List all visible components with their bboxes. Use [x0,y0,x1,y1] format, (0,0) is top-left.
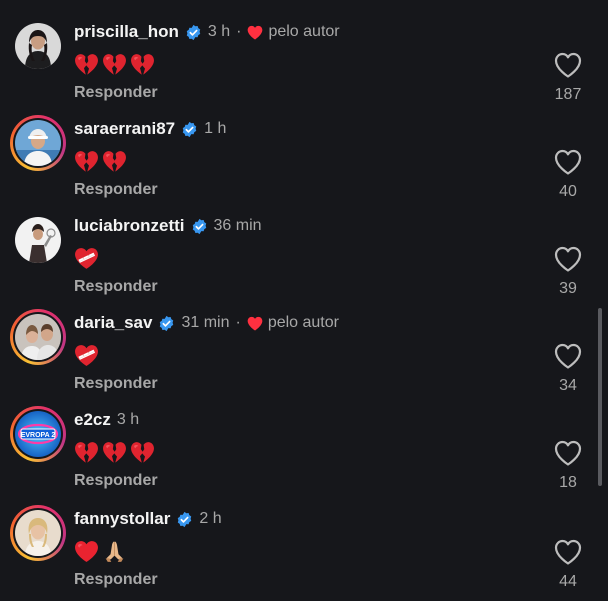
comment-item: priscilla_hon 3 h · pelo autor Responder… [0,18,608,114]
liked-by-author-label: pelo autor [267,314,339,331]
mending-heart-emoji-icon [74,246,99,271]
comment-header: e2cz 3 h [74,408,139,432]
reply-button[interactable]: Responder [74,278,158,296]
like-heart-icon[interactable] [554,246,582,272]
comment-item: daria_sav 31 min · pelo autor Responder … [0,309,608,405]
comment-header: daria_sav 31 min · pelo autor [74,311,339,335]
broken-heart-emoji-icon [74,149,99,174]
comment-text [74,50,155,78]
liked-by-author-heart-icon [247,25,263,40]
comment-header: saraerrani87 1 h [74,117,226,141]
avatar[interactable] [10,212,66,268]
username[interactable]: e2cz [74,410,111,430]
broken-heart-emoji-icon [102,149,127,174]
comment-text [74,244,99,272]
like-count[interactable]: 39 [540,280,596,298]
broken-heart-emoji-icon [74,440,99,465]
like-count[interactable]: 187 [540,86,596,104]
like-count[interactable]: 34 [540,377,596,395]
avatar[interactable] [10,309,66,365]
comment-text [74,537,127,565]
verified-badge-icon [185,24,202,41]
reply-button[interactable]: Responder [74,571,158,589]
folded-hands-emoji-icon [102,539,127,564]
comment-item: EVROPA 2 e2cz 3 h Responder 18 [0,406,608,502]
comment-text [74,341,99,369]
username[interactable]: fannystollar [74,509,170,529]
like-heart-icon[interactable] [554,149,582,175]
like-heart-icon[interactable] [554,440,582,466]
timestamp: 36 min [213,217,262,234]
reply-button[interactable]: Responder [74,472,158,490]
comment-text [74,438,155,466]
username[interactable]: daria_sav [74,313,152,333]
like-count[interactable]: 40 [540,183,596,201]
username[interactable]: luciabronzetti [74,216,185,236]
separator: · [235,314,241,331]
avatar[interactable] [10,505,66,561]
timestamp: 2 h [199,510,222,527]
like-count[interactable]: 44 [540,573,596,591]
broken-heart-emoji-icon [102,440,127,465]
liked-by-author-heart-icon [247,316,263,331]
mending-heart-emoji-icon [74,343,99,368]
broken-heart-emoji-icon [130,52,155,77]
avatar[interactable] [10,115,66,171]
comment-item: luciabronzetti 36 min Responder 39 [0,212,608,308]
reply-button[interactable]: Responder [74,375,158,393]
timestamp: 3 h [116,411,140,428]
scrollbar[interactable] [598,308,602,486]
like-heart-icon[interactable] [554,52,582,78]
broken-heart-emoji-icon [74,52,99,77]
like-count[interactable]: 18 [540,474,596,492]
username[interactable]: saraerrani87 [74,119,175,139]
verified-badge-icon [191,218,208,235]
comment-item: fannystollar 2 h Responder 44 [0,505,608,601]
reply-button[interactable]: Responder [74,84,158,102]
timestamp: 1 h [204,120,227,137]
avatar[interactable] [10,18,66,74]
red-heart-emoji-icon [74,539,99,564]
timestamp: 31 min [181,314,230,331]
timestamp: 3 h [207,23,231,40]
comment-header: fannystollar 2 h [74,507,222,531]
comment-header: priscilla_hon 3 h · pelo autor [74,20,340,44]
broken-heart-emoji-icon [130,440,155,465]
avatar[interactable]: EVROPA 2 [10,406,66,462]
username[interactable]: priscilla_hon [74,22,179,42]
reply-button[interactable]: Responder [74,181,158,199]
verified-badge-icon [158,315,175,332]
liked-by-author-label: pelo autor [268,23,340,40]
broken-heart-emoji-icon [102,52,127,77]
avatar-logo-text: EVROPA 2 [21,432,56,439]
comment-item: saraerrani87 1 h Responder 40 [0,115,608,211]
comment-header: luciabronzetti 36 min [74,214,262,238]
separator: · [236,23,242,40]
like-heart-icon[interactable] [554,539,582,565]
comment-text [74,147,127,175]
like-heart-icon[interactable] [554,343,582,369]
verified-badge-icon [176,511,193,528]
verified-badge-icon [181,121,198,138]
